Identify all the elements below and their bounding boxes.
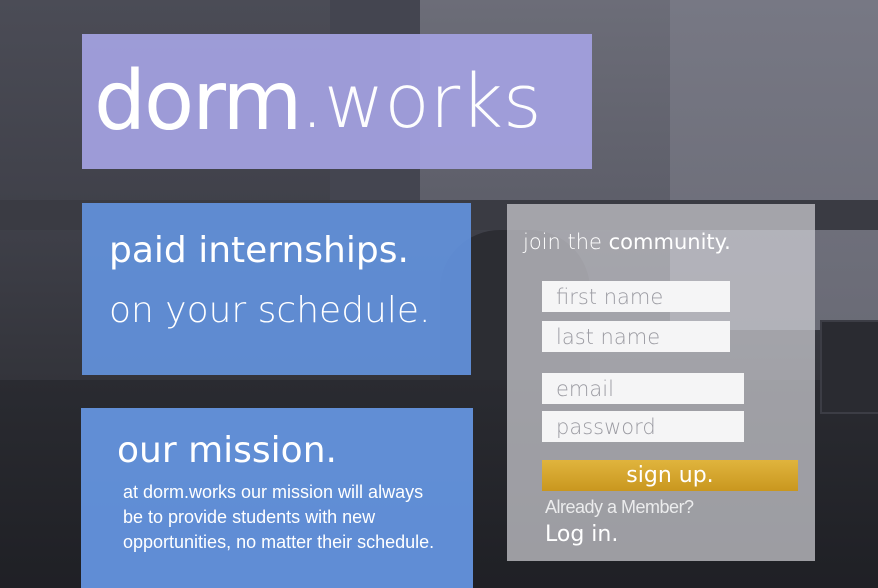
last-name-input[interactable] bbox=[542, 321, 730, 352]
log-in-link[interactable]: Log in. bbox=[545, 522, 618, 547]
first-name-input[interactable] bbox=[542, 281, 730, 312]
mission-title: our mission. bbox=[117, 430, 337, 471]
tagline-card: paid internships. on your schedule. bbox=[82, 203, 471, 375]
mission-body: at dorm.works our mission will always be… bbox=[123, 482, 435, 552]
signup-heading-emphasis: community. bbox=[608, 230, 731, 254]
tagline-line-1: paid internships. bbox=[109, 230, 409, 271]
brand-logo: dorm .works bbox=[82, 34, 592, 169]
signup-heading: join the community. bbox=[523, 230, 731, 254]
tagline-line-2: on your schedule. bbox=[109, 290, 431, 331]
sign-up-button[interactable]: sign up. bbox=[542, 460, 798, 491]
background-monitor bbox=[820, 320, 878, 414]
password-input[interactable] bbox=[542, 411, 744, 442]
brand-name-primary: dorm bbox=[94, 53, 302, 149]
already-member-text: Already a Member? bbox=[545, 497, 694, 517]
signup-form: join the community. sign up. Already a M… bbox=[507, 204, 815, 561]
brand-name-secondary: .works bbox=[300, 58, 542, 145]
signup-heading-prefix: join the bbox=[523, 230, 609, 254]
email-input[interactable] bbox=[542, 373, 744, 404]
mission-card: our mission. at dorm.works our mission w… bbox=[81, 408, 473, 588]
